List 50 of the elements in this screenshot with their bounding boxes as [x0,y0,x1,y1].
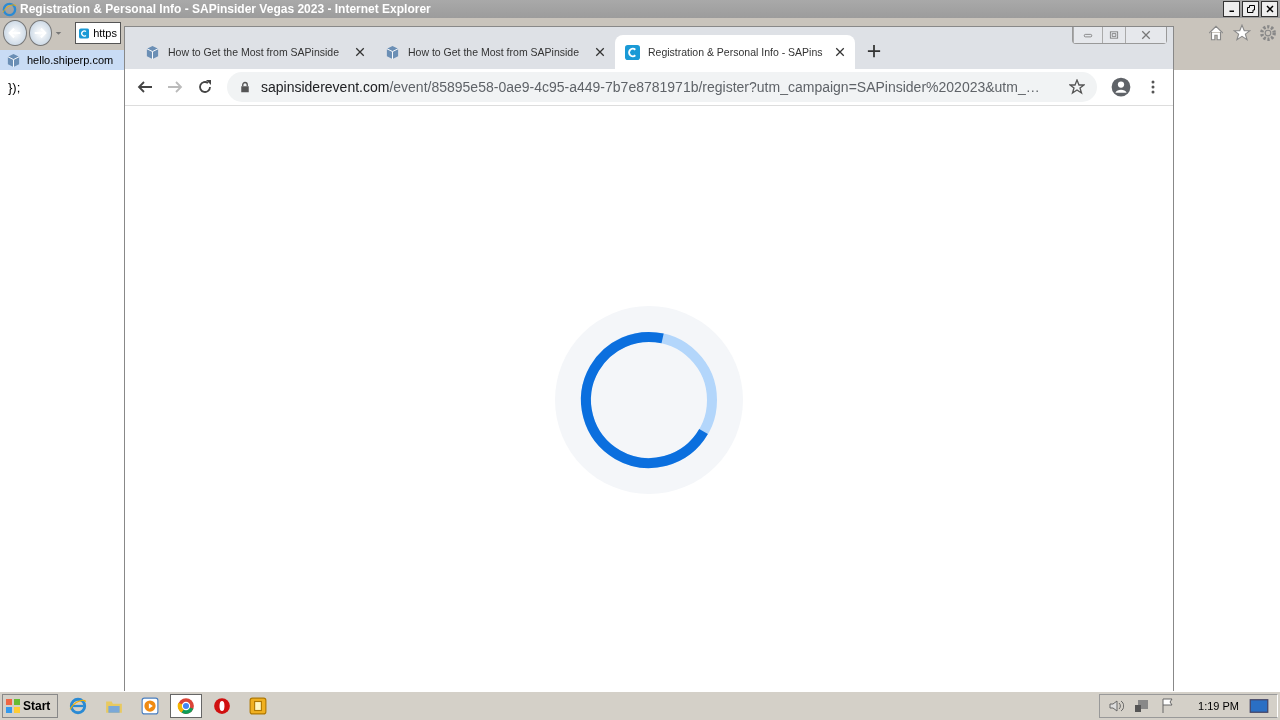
clock: 1:19 PM [1198,700,1239,712]
account-icon [1111,77,1131,97]
window-title: Registration & Personal Info - SAPinsider Vegas 2023 - Internet Explorer [20,2,432,16]
browser-tab[interactable]: How to Get the Most from SAPinside [375,35,615,69]
cube-icon [385,44,400,60]
address-field[interactable]: https [75,22,121,44]
c-logo-icon [625,44,640,60]
page-text: }); [8,80,21,95]
c-logo-icon [79,25,90,41]
restore-icon [1109,30,1119,40]
close-icon [1141,30,1151,40]
forward-arrow-icon [167,79,183,95]
star-icon [1069,79,1085,95]
browser-icon [2,1,17,17]
address-field[interactable]: sapinsiderevent.com/event/85895e58-0ae9-4c95-a449-7b7e8781971b/register?utm_campaign=SAPinsider%202023&utm_… [227,72,1097,102]
close-icon [355,47,365,57]
settings-icon [1259,24,1277,42]
taskbar-button[interactable] [170,694,202,718]
forward-button[interactable] [28,20,53,46]
back-arrow-icon [7,26,22,40]
chrome-icon [177,697,195,715]
browser-tab[interactable]: hello.shiperp.com [0,50,124,70]
cube-icon [145,44,160,60]
minimize-button[interactable] [1223,1,1240,17]
lock-icon [239,81,251,93]
close-icon [1265,5,1274,13]
back-arrow-icon [137,79,153,95]
opera-icon [213,697,231,715]
browser-tab[interactable]: How to Get the Most from SAPinside [135,35,375,69]
restore-button[interactable] [1242,1,1259,17]
plus-icon [867,44,881,58]
cube-icon [6,52,21,68]
network-icon [1134,698,1151,714]
back-button[interactable] [3,20,27,46]
play-icon [141,697,159,715]
show-desktop-icon [1249,696,1269,716]
home-icon [1207,24,1225,42]
restore-icon [1246,5,1255,13]
forward-arrow-icon [33,26,48,40]
reload-icon [197,79,213,95]
close-icon [595,47,605,57]
note-icon [249,697,267,715]
star-icon [1233,24,1251,42]
close-icon [835,47,845,57]
windows-logo-icon [5,698,21,714]
speaker-icon [1108,698,1125,714]
start-button[interactable]: Start [2,694,58,718]
browser-icon [69,697,87,715]
close-button[interactable] [1261,1,1278,17]
browser-tab[interactable]: Registration & Personal Info - SAPins [615,35,855,69]
